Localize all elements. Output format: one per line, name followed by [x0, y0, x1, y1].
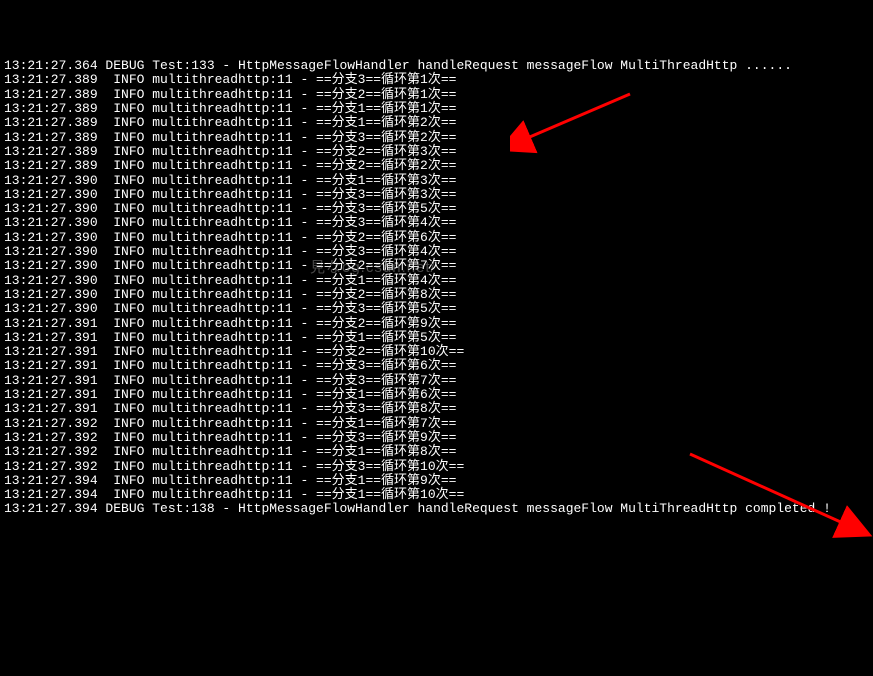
log-output: 13:21:27.364 DEBUG Test:133 - HttpMessag…	[0, 57, 873, 519]
log-line: 13:21:27.390 INFO multithreadhttp:11 - =…	[4, 174, 869, 188]
log-line: 13:21:27.391 INFO multithreadhttp:11 - =…	[4, 402, 869, 416]
log-line: 13:21:27.390 INFO multithreadhttp:11 - =…	[4, 231, 869, 245]
log-line: 13:21:27.389 INFO multithreadhttp:11 - =…	[4, 159, 869, 173]
log-line: 13:21:27.392 INFO multithreadhttp:11 - =…	[4, 445, 869, 459]
log-line: 13:21:27.389 INFO multithreadhttp:11 - =…	[4, 131, 869, 145]
log-line: 13:21:27.389 INFO multithreadhttp:11 - =…	[4, 116, 869, 130]
log-line: 13:21:27.389 INFO multithreadhttp:11 - =…	[4, 73, 869, 87]
log-line: 13:21:27.390 INFO multithreadhttp:11 - =…	[4, 259, 869, 273]
log-line: 13:21:27.391 INFO multithreadhttp:11 - =…	[4, 374, 869, 388]
log-line: 13:21:27.390 INFO multithreadhttp:11 - =…	[4, 216, 869, 230]
log-line: 13:21:27.390 INFO multithreadhttp:11 - =…	[4, 188, 869, 202]
log-line: 13:21:27.394 DEBUG Test:138 - HttpMessag…	[4, 502, 869, 516]
log-line: 13:21:27.394 INFO multithreadhttp:11 - =…	[4, 488, 869, 502]
log-line: 13:21:27.391 INFO multithreadhttp:11 - =…	[4, 317, 869, 331]
log-line: 13:21:27.391 INFO multithreadhttp:11 - =…	[4, 359, 869, 373]
log-line: 13:21:27.390 INFO multithreadhttp:11 - =…	[4, 274, 869, 288]
log-line: 13:21:27.389 INFO multithreadhttp:11 - =…	[4, 88, 869, 102]
log-line: 13:21:27.394 INFO multithreadhttp:11 - =…	[4, 474, 869, 488]
log-line: 13:21:27.392 INFO multithreadhttp:11 - =…	[4, 460, 869, 474]
log-line: 13:21:27.392 INFO multithreadhttp:11 - =…	[4, 417, 869, 431]
log-line: 13:21:27.390 INFO multithreadhttp:11 - =…	[4, 302, 869, 316]
log-line: 13:21:27.391 INFO multithreadhttp:11 - =…	[4, 331, 869, 345]
